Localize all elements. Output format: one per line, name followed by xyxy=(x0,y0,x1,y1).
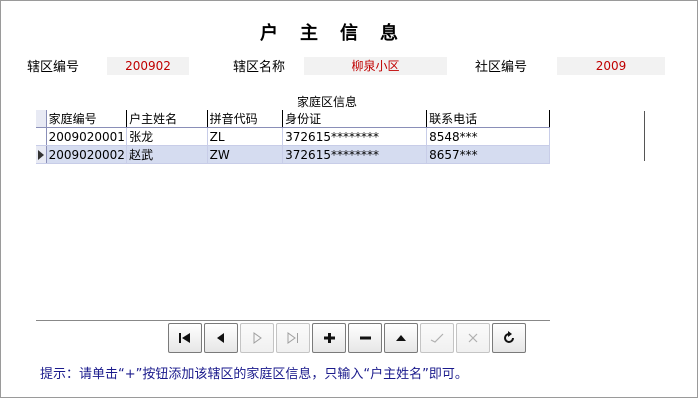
column-header-owner-name[interactable]: 户主姓名 xyxy=(126,110,208,128)
household-grid[interactable]: 家庭编号 户主姓名 拼音代码 身份证 联系电话 2009020001 张龙 ZL… xyxy=(36,110,550,164)
table-row[interactable]: 2009020002 赵武 ZW 372615******** 8657*** xyxy=(36,145,550,164)
cell-pinyin[interactable]: ZW xyxy=(207,145,284,164)
row-selector[interactable] xyxy=(36,145,47,164)
district-name-label: 辖区名称 xyxy=(233,60,286,75)
navigator-toolbar xyxy=(168,323,526,355)
cell-owner-name[interactable]: 张龙 xyxy=(126,127,208,146)
add-record-button[interactable] xyxy=(312,323,346,353)
row-selector-header xyxy=(36,110,47,128)
edit-record-button[interactable] xyxy=(384,323,418,353)
cell-id-card[interactable]: 372615******** xyxy=(282,127,428,146)
grid-right-edge xyxy=(644,111,645,161)
next-record-button[interactable] xyxy=(240,323,274,353)
minus-icon xyxy=(360,336,371,340)
delete-record-button[interactable] xyxy=(348,323,382,353)
first-icon xyxy=(179,333,190,343)
hint-text: 提示：请单击“+”按钮添加该辖区的家庭区信息，只输入“户主姓名”即可。 xyxy=(40,367,468,382)
refresh-button[interactable] xyxy=(492,323,526,353)
last-icon xyxy=(287,332,298,344)
district-code-field[interactable]: 200902 xyxy=(107,57,189,75)
form-window: 户主信息 辖区编号 200902 辖区名称 柳泉小区 社区编号 2009 家庭区… xyxy=(0,0,698,398)
cell-phone[interactable]: 8548*** xyxy=(426,127,550,146)
district-code-label: 辖区编号 xyxy=(27,60,80,75)
community-code-label: 社区编号 xyxy=(475,60,528,75)
page-title: 户主信息 xyxy=(260,23,420,44)
district-name-field[interactable]: 柳泉小区 xyxy=(304,57,447,75)
plus-icon xyxy=(324,333,335,343)
previous-record-button[interactable] xyxy=(204,323,238,353)
column-header-id-card[interactable]: 身份证 xyxy=(282,110,428,128)
cell-family-id[interactable]: 2009020001 xyxy=(46,127,128,146)
x-icon xyxy=(468,333,478,343)
cancel-edit-button[interactable] xyxy=(456,323,490,353)
next-icon xyxy=(253,332,262,344)
table-row[interactable]: 2009020001 张龙 ZL 372615******** 8548*** xyxy=(36,127,550,146)
grid-title: 家庭区信息 xyxy=(297,95,358,109)
check-icon xyxy=(430,333,444,343)
column-header-family-id[interactable]: 家庭编号 xyxy=(46,110,128,128)
prev-icon xyxy=(217,333,224,343)
current-row-indicator-icon xyxy=(38,150,44,160)
cell-family-id[interactable]: 2009020002 xyxy=(46,145,128,164)
row-selector[interactable] xyxy=(36,127,47,146)
column-header-phone[interactable]: 联系电话 xyxy=(426,110,550,128)
first-record-button[interactable] xyxy=(168,323,202,353)
column-header-pinyin[interactable]: 拼音代码 xyxy=(207,110,284,128)
post-edit-button[interactable] xyxy=(420,323,454,353)
community-code-field[interactable]: 2009 xyxy=(557,57,665,75)
cell-phone[interactable]: 8657*** xyxy=(426,145,550,164)
last-record-button[interactable] xyxy=(276,323,310,353)
triangle-up-icon xyxy=(396,335,406,341)
cell-id-card[interactable]: 372615******** xyxy=(282,145,428,164)
divider xyxy=(36,320,550,321)
cell-owner-name[interactable]: 赵武 xyxy=(126,145,208,164)
grid-header-row: 家庭编号 户主姓名 拼音代码 身份证 联系电话 xyxy=(36,110,550,128)
refresh-icon xyxy=(504,331,514,343)
cell-pinyin[interactable]: ZL xyxy=(207,127,284,146)
